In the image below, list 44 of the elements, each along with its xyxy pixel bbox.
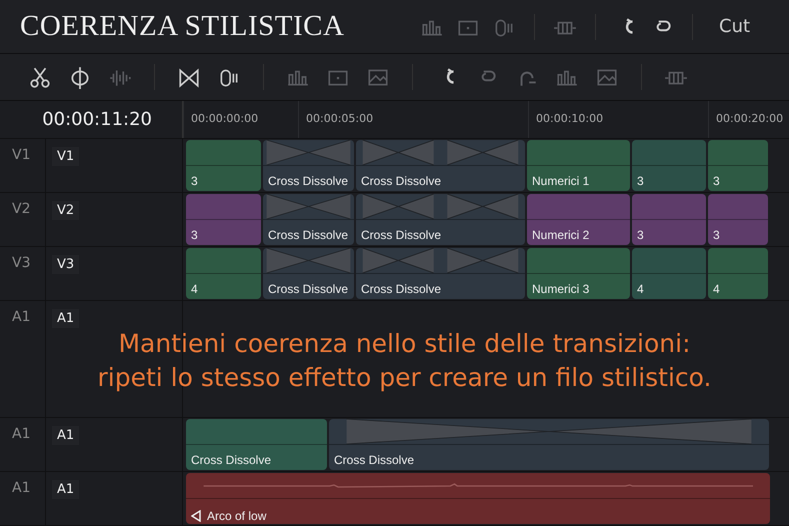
video-clip[interactable]: 4 (632, 248, 706, 299)
video-clip[interactable]: 3 (632, 194, 706, 245)
video-clip[interactable]: Numerici 1 (527, 140, 630, 191)
transition-clip[interactable]: Cross Dissolve (356, 140, 525, 191)
transition-clip[interactable]: Cross Dissolve (263, 140, 354, 191)
video-clip[interactable]: 4 (186, 248, 261, 299)
video-clip[interactable]: 3 (708, 140, 768, 191)
caption-text: Mantieni coerenza nello stile delle transizioni: ripeti lo stesso effetto per creare un filo stilistico. (96, 328, 712, 394)
video-clip[interactable]: 3 (186, 194, 261, 245)
video-clip[interactable]: 3 (186, 140, 261, 191)
track-name: A1 (0, 472, 46, 525)
track-name: A1 (0, 418, 46, 471)
ruler-timecode: 00:00:05:00 (306, 112, 374, 125)
audio-clip[interactable]: Arco of low (186, 473, 770, 524)
triangle-icon (191, 510, 201, 522)
video-clip[interactable]: Cross Dissolve (186, 419, 327, 470)
transition-clip[interactable]: Cross Dissolve (356, 194, 525, 245)
track-label: A1 (52, 309, 80, 328)
page-title: COERENZA STILISTICA (20, 10, 346, 43)
track-name: V3 (0, 247, 46, 300)
clip-label: Arco of low (207, 508, 266, 522)
video-clip[interactable]: 3 (632, 140, 706, 191)
track-name: V2 (0, 193, 46, 246)
video-clip[interactable]: Numerici 2 (527, 194, 630, 245)
transition-clip[interactable]: Cross Dissolve (329, 419, 769, 470)
track-label: V1 (52, 147, 80, 166)
transition-clip[interactable]: Cross Dissolve (356, 248, 525, 299)
track-label: A1 (52, 480, 80, 499)
track-label: V2 (52, 201, 80, 220)
video-clip[interactable]: Numerici 3 (527, 248, 630, 299)
transition-clip[interactable]: Cross Dissolve (263, 248, 354, 299)
scissors-icon[interactable] (28, 65, 52, 89)
ruler-timecode: 00:00:20:00 (716, 112, 784, 125)
ruler-timecode: 00:00:10:00 (536, 112, 604, 125)
timecode: 00:00:11:20 (0, 101, 183, 138)
video-clip[interactable]: 3 (708, 194, 768, 245)
video-clip[interactable]: 4 (708, 248, 768, 299)
track-label: A1 (52, 426, 80, 445)
ruler-timecode: 00:00:00:00 (191, 112, 258, 125)
track-label: V3 (52, 255, 80, 274)
track-name: V1 (0, 139, 46, 192)
track-name: A1 (0, 301, 46, 417)
cut-label[interactable]: Cut (719, 16, 750, 37)
transition-clip[interactable]: Cross Dissolve (263, 194, 354, 245)
